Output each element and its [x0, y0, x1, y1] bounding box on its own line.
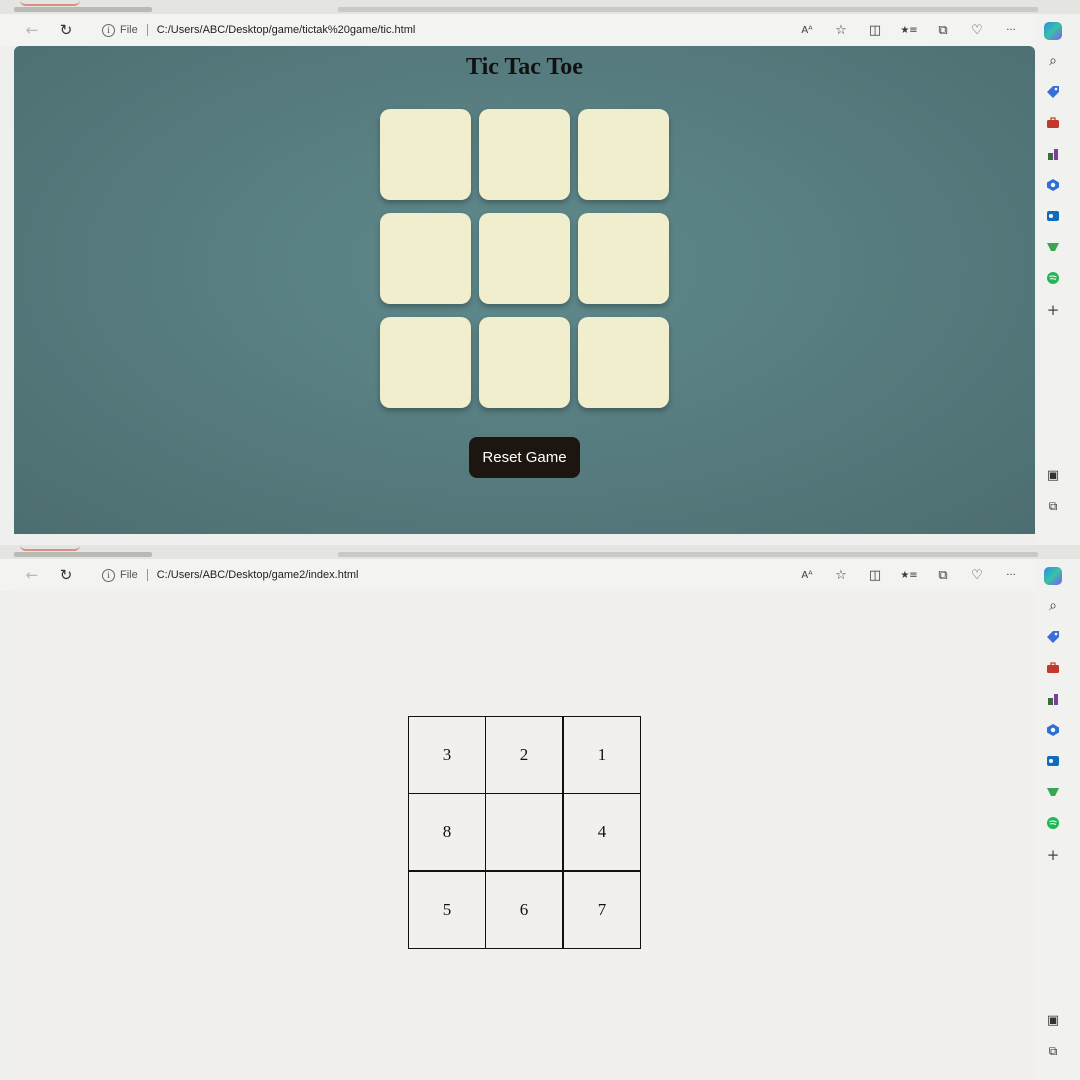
reload-icon[interactable]: ↻ — [55, 564, 77, 586]
split-screen-icon[interactable]: ◫ — [864, 564, 886, 586]
board-cell[interactable] — [380, 109, 471, 200]
board-cell[interactable] — [479, 213, 570, 304]
sidebar-panel-icon[interactable]: ▣ — [1044, 466, 1062, 484]
active-tab-indicator[interactable] — [20, 0, 80, 6]
split-screen-icon[interactable]: ◫ — [864, 19, 886, 41]
reload-icon[interactable]: ↻ — [55, 19, 77, 41]
browser-essentials-icon[interactable]: ♡ — [966, 564, 988, 586]
tools-briefcase-icon[interactable] — [1044, 114, 1062, 132]
page-content: 3 2 1 8 4 5 6 7 — [14, 591, 1035, 1080]
toolbar-icons: Aᴬ ☆ ◫ ★≡ ⧉ ♡ ··· — [796, 19, 1034, 41]
shopping-tag-icon[interactable] — [1044, 83, 1062, 101]
puzzle-board: 3 2 1 8 4 5 6 7 — [408, 716, 641, 949]
favorite-star-icon[interactable]: ☆ — [830, 564, 852, 586]
game-board — [380, 109, 670, 409]
tab-bar-segment — [338, 552, 1038, 557]
edge-sidebar: ⌕ + ▣ ⧉ — [1036, 559, 1080, 1080]
microsoft-365-icon[interactable] — [1044, 176, 1062, 194]
add-sidebar-app-icon[interactable]: + — [1044, 301, 1062, 319]
more-menu-icon[interactable]: ··· — [1000, 19, 1022, 41]
board-cell[interactable] — [380, 317, 471, 408]
tab-bar-segment — [14, 7, 152, 12]
puzzle-tile[interactable]: 1 — [563, 716, 641, 794]
drop-icon[interactable] — [1044, 238, 1062, 256]
shopping-tag-icon[interactable] — [1044, 628, 1062, 646]
puzzle-tile[interactable]: 4 — [563, 793, 641, 871]
outlook-icon[interactable] — [1044, 207, 1062, 225]
puzzle-tile[interactable]: 3 — [408, 716, 486, 794]
info-icon[interactable]: i — [102, 568, 115, 582]
address-bar: ← ↻ i File C:/Users/ABC/Desktop/game2/in… — [0, 559, 1080, 591]
favorite-star-icon[interactable]: ☆ — [830, 19, 852, 41]
board-cell[interactable] — [479, 317, 570, 408]
puzzle-tile[interactable]: 2 — [485, 716, 563, 794]
collections-icon[interactable]: ⧉ — [932, 19, 954, 41]
read-aloud-icon[interactable]: Aᴬ — [796, 564, 818, 586]
puzzle-empty-slot[interactable] — [485, 793, 563, 871]
outlook-icon[interactable] — [1044, 752, 1062, 770]
puzzle-tile[interactable]: 5 — [408, 871, 486, 949]
tab-strip — [0, 0, 1080, 14]
address-bar: ← ↻ i File C:/Users/ABC/Desktop/game/tic… — [0, 14, 1080, 46]
board-cell[interactable] — [578, 213, 669, 304]
tab-strip — [0, 545, 1080, 559]
microsoft-365-icon[interactable] — [1044, 721, 1062, 739]
url-path[interactable]: C:/Users/ABC/Desktop/game/tictak%20game/… — [157, 24, 416, 36]
puzzle-tile[interactable]: 7 — [563, 871, 641, 949]
puzzle-tile[interactable]: 8 — [408, 793, 486, 871]
url-scheme-label: File — [120, 569, 138, 581]
url-field[interactable]: i File C:/Users/ABC/Desktop/game/tictak%… — [90, 18, 800, 42]
board-cell[interactable] — [380, 213, 471, 304]
spotify-icon[interactable] — [1044, 814, 1062, 832]
open-external-icon[interactable]: ⧉ — [1044, 497, 1062, 515]
active-tab-indicator[interactable] — [20, 545, 80, 551]
url-path[interactable]: C:/Users/ABC/Desktop/game2/index.html — [157, 569, 359, 581]
search-icon[interactable]: ⌕ — [1044, 52, 1062, 70]
add-sidebar-app-icon[interactable]: + — [1044, 846, 1062, 864]
toolbar-icons: Aᴬ ☆ ◫ ★≡ ⧉ ♡ ··· — [796, 564, 1034, 586]
tab-bar-segment — [14, 552, 152, 557]
back-arrow-icon[interactable]: ← — [21, 564, 43, 586]
browser-essentials-icon[interactable]: ♡ — [966, 19, 988, 41]
games-icon[interactable] — [1044, 690, 1062, 708]
info-icon[interactable]: i — [102, 23, 115, 37]
browser-window-game2: ← ↻ i File C:/Users/ABC/Desktop/game2/in… — [0, 545, 1080, 1080]
url-scheme-label: File — [120, 24, 138, 36]
board-cell[interactable] — [578, 317, 669, 408]
collections-icon[interactable]: ⧉ — [932, 564, 954, 586]
games-icon[interactable] — [1044, 145, 1062, 163]
sidebar-panel-icon[interactable]: ▣ — [1044, 1011, 1062, 1029]
favorites-icon[interactable]: ★≡ — [898, 564, 920, 586]
favorites-icon[interactable]: ★≡ — [898, 19, 920, 41]
page-content: Tic Tac Toe Reset Game — [14, 46, 1035, 534]
open-external-icon[interactable]: ⧉ — [1044, 1042, 1062, 1060]
board-cell[interactable] — [578, 109, 669, 200]
more-menu-icon[interactable]: ··· — [1000, 564, 1022, 586]
page-title: Tic Tac Toe — [466, 54, 583, 80]
search-icon[interactable]: ⌕ — [1044, 597, 1062, 615]
board-cell[interactable] — [479, 109, 570, 200]
read-aloud-icon[interactable]: Aᴬ — [796, 19, 818, 41]
tools-briefcase-icon[interactable] — [1044, 659, 1062, 677]
copilot-icon[interactable] — [1044, 567, 1062, 585]
back-arrow-icon[interactable]: ← — [21, 19, 43, 41]
puzzle-tile[interactable]: 6 — [485, 871, 563, 949]
drop-icon[interactable] — [1044, 783, 1062, 801]
url-field[interactable]: i File C:/Users/ABC/Desktop/game2/index.… — [90, 563, 800, 587]
tab-bar-segment — [338, 7, 1038, 12]
browser-window-tictactoe: ← ↻ i File C:/Users/ABC/Desktop/game/tic… — [0, 0, 1080, 545]
reset-game-button[interactable]: Reset Game — [469, 437, 580, 478]
url-divider — [146, 24, 148, 36]
copilot-icon[interactable] — [1044, 22, 1062, 40]
spotify-icon[interactable] — [1044, 269, 1062, 287]
edge-sidebar: ⌕ + ▣ ⧉ — [1036, 14, 1080, 545]
url-divider — [146, 569, 148, 581]
